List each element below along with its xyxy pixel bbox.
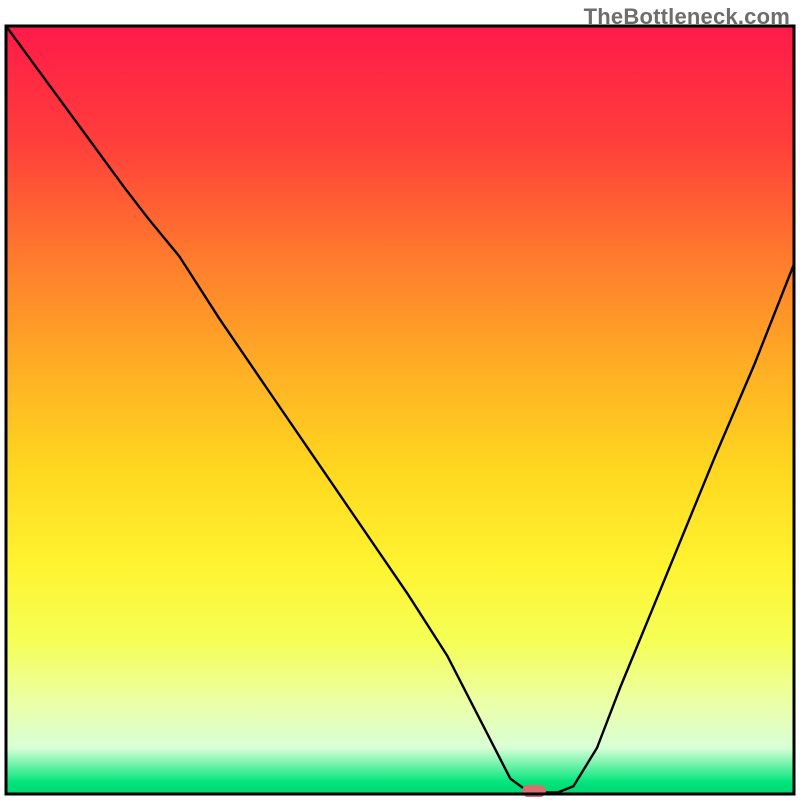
- chart-container: TheBottleneck.com: [0, 0, 800, 800]
- bottleneck-chart: [0, 0, 800, 800]
- watermark-label: TheBottleneck.com: [584, 4, 790, 30]
- plot-area: [6, 26, 794, 794]
